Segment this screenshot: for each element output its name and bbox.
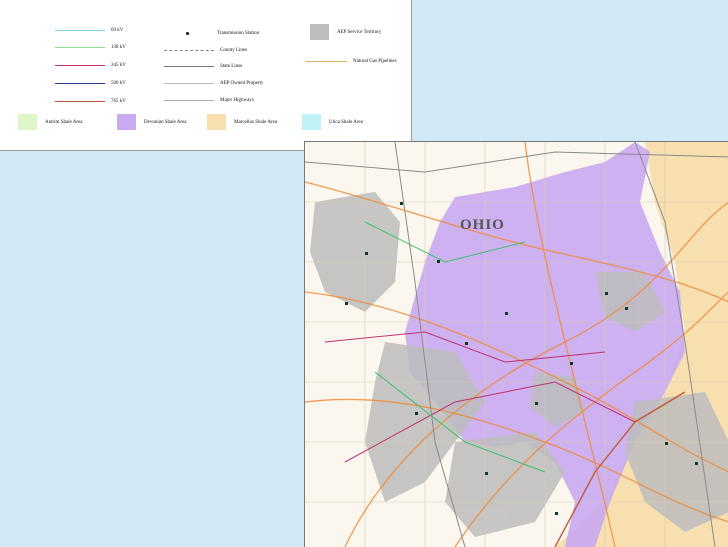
legend-765kv: 765 kV bbox=[55, 99, 126, 104]
station-marker bbox=[570, 362, 573, 365]
legend-69kv-label: 69 kV bbox=[111, 28, 124, 33]
station-marker bbox=[505, 312, 508, 315]
state-label-ohio: OHIO bbox=[460, 217, 505, 233]
highway-swatch bbox=[164, 100, 214, 101]
legend-765kv-label: 765 kV bbox=[111, 99, 126, 104]
station-marker bbox=[437, 260, 440, 263]
line-69kv-swatch bbox=[55, 30, 105, 31]
antrim-swatch bbox=[18, 114, 37, 130]
legend-antrim-shale-label: Antrim Shale Area bbox=[45, 119, 83, 125]
legend-345kv-label: 345 kV bbox=[111, 63, 126, 68]
station-marker bbox=[535, 402, 538, 405]
station-marker bbox=[695, 462, 698, 465]
legend-345kv: 345 kV bbox=[55, 63, 126, 68]
legend-major-highways: Major Highways bbox=[164, 98, 254, 103]
legend-state-lines-label: State Lines bbox=[220, 64, 243, 69]
legend-devonian-shale: Devonian Shale Area bbox=[117, 114, 187, 130]
legend-marcellus-shale: Marcellus Shale Area bbox=[207, 114, 277, 130]
ohio-shale-map[interactable]: OHIO bbox=[304, 141, 728, 547]
legend-major-highways-label: Major Highways bbox=[220, 98, 254, 103]
legend-aep-owned-property: AEP Owned Property bbox=[164, 81, 263, 86]
station-marker bbox=[665, 442, 668, 445]
legend-transmission-station: Transmission Station bbox=[162, 31, 259, 36]
station-marker bbox=[345, 302, 348, 305]
station-marker bbox=[625, 307, 628, 310]
legend-antrim-shale: Antrim Shale Area bbox=[18, 114, 83, 130]
county-line-swatch bbox=[164, 50, 214, 51]
line-138kv-swatch bbox=[55, 47, 105, 48]
legend-county-lines-label: County Lines bbox=[220, 48, 248, 53]
map-canvas bbox=[305, 142, 728, 547]
legend-natural-gas-pipelines-label: Natural Gas Pipelines bbox=[353, 59, 397, 64]
legend-utica-shale-label: Utica Shale Area bbox=[329, 119, 363, 125]
station-marker bbox=[485, 472, 488, 475]
legend-natural-gas-pipelines: Natural Gas Pipelines bbox=[305, 59, 397, 64]
station-marker bbox=[465, 342, 468, 345]
line-765kv-swatch bbox=[55, 101, 105, 102]
legend-county-lines: County Lines bbox=[164, 48, 247, 53]
legend-aep-service-territory: AEP Service Territory bbox=[310, 24, 381, 40]
station-dot-icon bbox=[186, 32, 189, 35]
line-500kv-swatch bbox=[55, 83, 105, 84]
legend-state-lines: State Lines bbox=[164, 64, 242, 69]
line-345kv-swatch bbox=[55, 65, 105, 66]
utica-swatch bbox=[302, 114, 321, 130]
station-marker bbox=[415, 412, 418, 415]
legend-aep-owned-property-label: AEP Owned Property bbox=[220, 81, 264, 86]
legend-aep-service-territory-label: AEP Service Territory bbox=[337, 29, 382, 35]
pipeline-swatch bbox=[305, 61, 347, 62]
territory-swatch bbox=[310, 24, 329, 40]
legend-devonian-shale-label: Devonian Shale Area bbox=[144, 119, 187, 125]
legend-500kv: 500 kV bbox=[55, 81, 126, 86]
aep-property-swatch bbox=[164, 83, 214, 84]
legend-500kv-label: 500 kV bbox=[111, 81, 126, 86]
legend-marcellus-shale-label: Marcellus Shale Area bbox=[234, 119, 278, 125]
devonian-swatch bbox=[117, 114, 136, 130]
legend-138kv-label: 138 kV bbox=[111, 45, 126, 50]
legend-69kv: 69 kV bbox=[55, 28, 123, 33]
station-marker bbox=[555, 512, 558, 515]
state-line-swatch bbox=[164, 66, 214, 67]
legend-transmission-station-label: Transmission Station bbox=[217, 31, 260, 36]
legend-138kv: 138 kV bbox=[55, 45, 126, 50]
station-marker bbox=[365, 252, 368, 255]
station-marker bbox=[605, 292, 608, 295]
marcellus-swatch bbox=[207, 114, 226, 130]
map-legend: 69 kV 138 kV 345 kV 500 kV 765 kV Transm… bbox=[0, 0, 412, 151]
legend-utica-shale: Utica Shale Area bbox=[302, 114, 363, 130]
station-marker bbox=[400, 202, 403, 205]
